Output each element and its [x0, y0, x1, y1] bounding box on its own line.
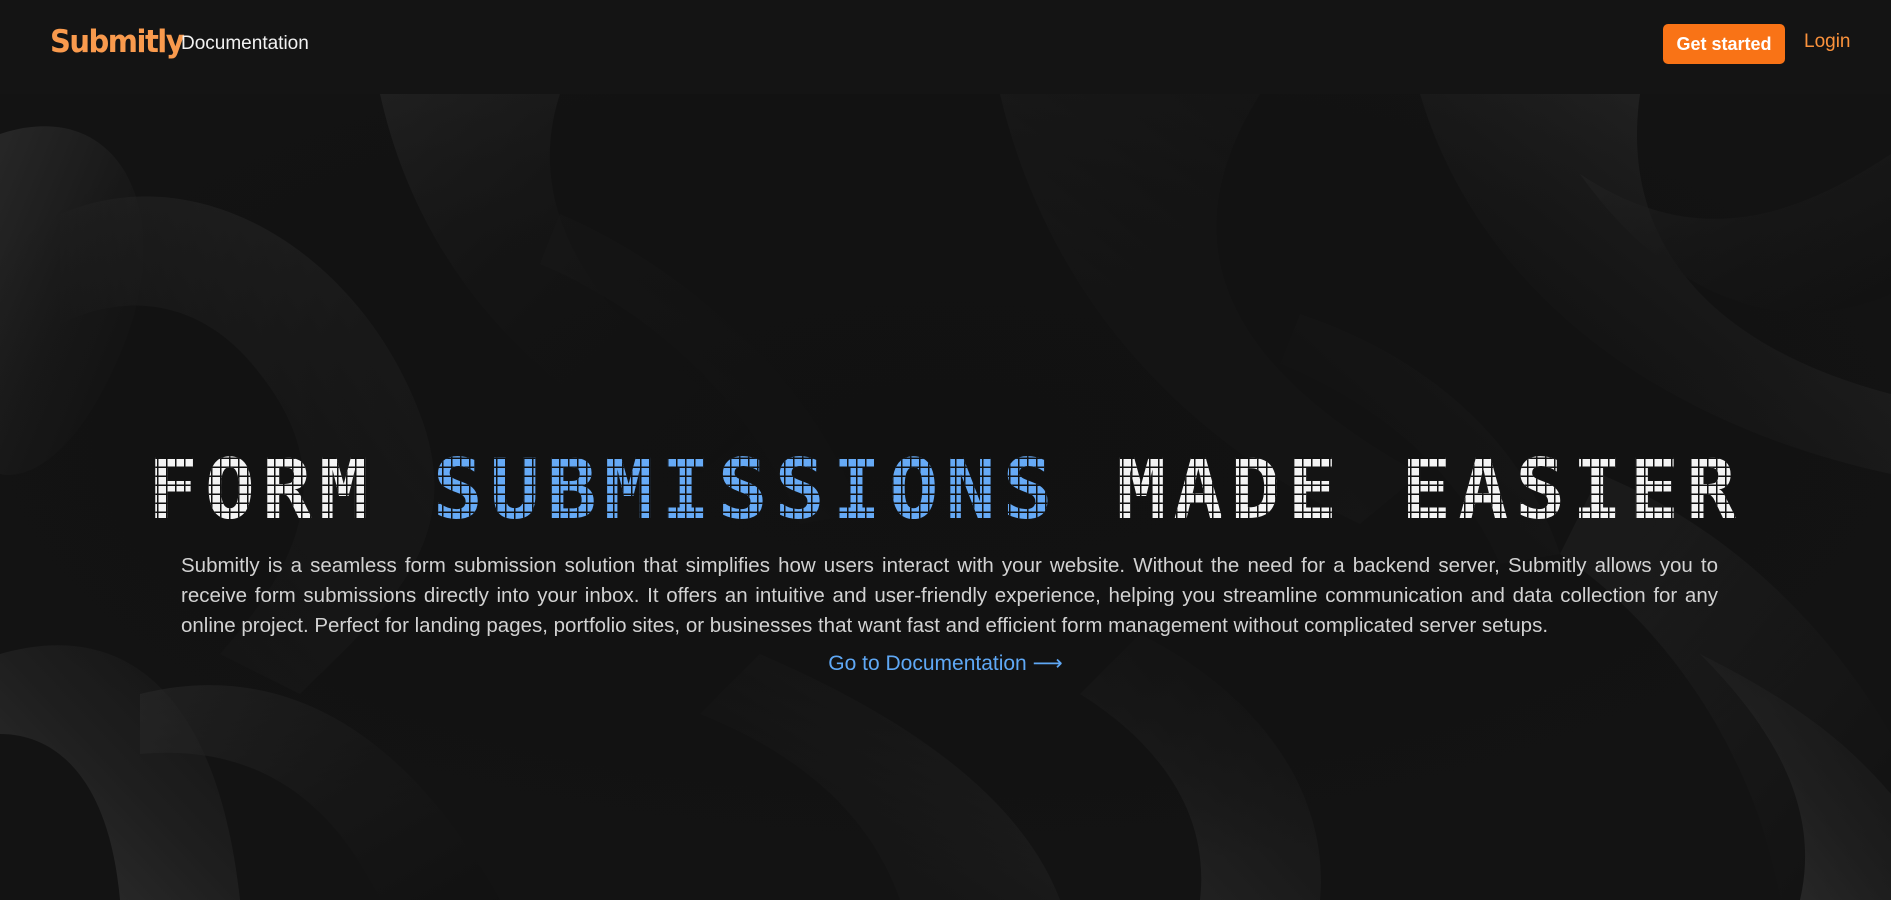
hero-headline: FORM SUBMISSIONS MADE EASIER — [0, 441, 1891, 538]
nav-link-documentation[interactable]: Documentation — [181, 33, 309, 55]
arrow-right-icon: ⟶ — [1032, 652, 1063, 675]
headline-text-submissions: SUBMISSIONS — [432, 441, 1060, 538]
get-started-button[interactable]: Get started — [1663, 24, 1785, 64]
headline-text-made-easier: MADE EASIER — [1059, 441, 1744, 538]
headline-text-form: FORM — [147, 441, 433, 538]
go-to-documentation-link[interactable]: Go to Documentation ⟶ — [0, 651, 1891, 676]
hero-description: Submitly is a seamless form submission s… — [181, 554, 1718, 637]
docs-cta-label: Go to Documentation — [828, 652, 1027, 675]
brand-logo[interactable]: Submitly — [50, 23, 185, 60]
hero-section: FORM SUBMISSIONS MADE EASIER Submitly is… — [0, 94, 1891, 900]
top-navbar: Submitly Documentation Get started Login — [0, 0, 1891, 94]
login-link[interactable]: Login — [1804, 31, 1851, 53]
